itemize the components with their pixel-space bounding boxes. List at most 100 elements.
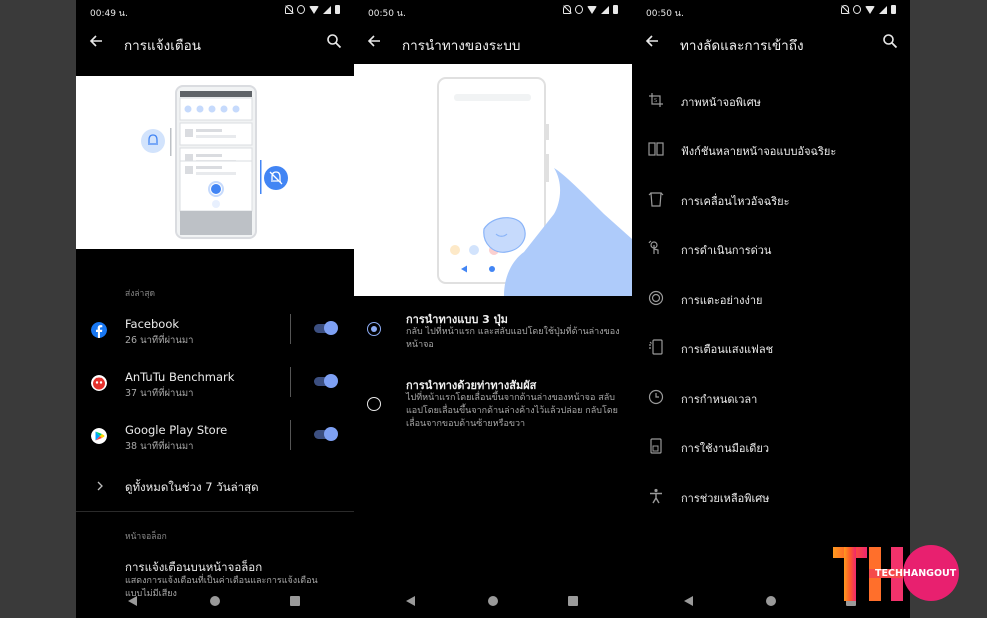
option-split-screen[interactable]: ฟังก์ชันหลายหน้าจอแบบอัจฉริยะ [632, 134, 910, 164]
page-title: การนำทางของระบบ [402, 38, 521, 54]
play-store-icon [91, 428, 107, 444]
nav-back-icon[interactable] [128, 596, 137, 606]
notification-illustration [76, 76, 354, 249]
option-label: การช่วยเหลือพิเศษ [681, 492, 770, 505]
battery-icon [891, 5, 896, 14]
nav-recents-icon[interactable] [290, 596, 300, 606]
app-row-facebook[interactable]: Facebook 26 นาทีที่ผ่านมา [76, 314, 354, 366]
option-smart-motion[interactable]: การเคลื่อนไหวอัจฉริยะ [632, 184, 910, 214]
chevron-right-icon [97, 481, 103, 491]
option-flash-alert[interactable]: การเตือนแสงแฟลช [632, 332, 910, 362]
signal-icon [323, 5, 331, 14]
hand-phone-illustration [437, 77, 632, 296]
app-bar: การแจ้งเตือน [76, 22, 354, 62]
signal-icon [879, 5, 887, 14]
nav-recents-icon[interactable] [568, 596, 578, 606]
option-label: การกำหนดเวลา [681, 393, 758, 406]
option-label: การเตือนแสงแฟลช [681, 343, 774, 356]
flash-alert-icon [649, 339, 663, 355]
wifi-icon [865, 5, 875, 14]
status-time: 00:49 น. [90, 9, 128, 19]
option-desc: กลับ ไปที่หน้าแรก และสลับแอปโดยใช้ปุ่มที… [406, 327, 620, 350]
radio-unselected[interactable] [367, 397, 381, 411]
status-time: 00:50 น. [646, 9, 684, 19]
option-one-hand[interactable]: การใช้งานมือเดียว [632, 431, 910, 461]
app-name: Google Play Store [125, 423, 228, 437]
option-label: การเคลื่อนไหวอัจฉริยะ [681, 195, 790, 208]
see-all-row[interactable]: ดูทั้งหมดในช่วง 7 วันล่าสุด [76, 478, 354, 508]
alarm-icon [575, 5, 583, 14]
option-accessibility[interactable]: การช่วยเหลือพิเศษ [632, 481, 910, 511]
back-arrow-icon[interactable] [366, 33, 382, 49]
facebook-icon [91, 322, 107, 338]
option-screenshot[interactable]: S ภาพหน้าจอพิเศษ [632, 85, 910, 115]
divider [290, 314, 291, 344]
quick-action-icon [648, 240, 659, 254]
divider [290, 420, 291, 450]
option-label: ฟังก์ชันหลายหน้าจอแบบอัจฉริยะ [681, 145, 837, 158]
app-name: AnTuTu Benchmark [125, 370, 235, 384]
techhangout-logo: TECHHANGOUT [833, 545, 959, 601]
shortcuts-accessibility-screen: 00:50 น. ทางลัดและการเข้าถึง S ภาพหน้าจอ… [632, 0, 910, 618]
app-bar: การนำทางของระบบ [354, 22, 632, 62]
mute-icon [285, 5, 293, 14]
nav-home-icon[interactable] [488, 596, 498, 606]
app-row-play-store[interactable]: Google Play Store 38 นาทีที่ผ่านมา [76, 420, 354, 472]
status-bar: 00:49 น. [76, 0, 354, 22]
wifi-icon [587, 5, 597, 14]
notifications-screen: 00:49 น. การแจ้งเตือน ส่งล่าสุด Facebook… [76, 0, 354, 618]
option-label: การใช้งานมือเดียว [681, 442, 770, 455]
navigation-illustration [354, 64, 632, 296]
status-bar: 00:50 น. [354, 0, 632, 22]
status-icons [841, 5, 896, 14]
svg-text:S: S [654, 98, 657, 104]
divider [76, 511, 354, 512]
back-arrow-icon[interactable] [88, 33, 104, 49]
search-icon[interactable] [882, 33, 898, 49]
play-store-toggle[interactable] [314, 427, 338, 441]
app-row-antutu[interactable]: AnTuTu Benchmark 37 นาทีที่ผ่านมา [76, 367, 354, 419]
phone-illustration [141, 85, 288, 239]
gesture-nav-option[interactable]: การนำทางด้วยท่าทางสัมผัส ไปที่หน้าแรกโดย… [354, 373, 632, 443]
schedule-icon [648, 389, 664, 405]
page-title: การแจ้งเตือน [124, 38, 201, 54]
option-label: ภาพหน้าจอพิเศษ [681, 96, 761, 109]
smart-motion-icon [648, 192, 664, 207]
antutu-toggle[interactable] [314, 374, 338, 388]
one-hand-icon [650, 438, 662, 454]
screenshot-icon: S [649, 93, 663, 107]
mute-icon [841, 5, 849, 14]
wifi-icon [309, 5, 319, 14]
easy-touch-icon [648, 290, 664, 306]
nav-back-icon[interactable] [684, 596, 693, 606]
section-lockscreen-label: หน้าจอล็อก [125, 532, 167, 542]
option-easy-touch[interactable]: การแตะอย่างง่าย [632, 283, 910, 313]
back-arrow-icon[interactable] [644, 33, 660, 49]
divider [290, 367, 291, 397]
mute-icon [563, 5, 571, 14]
status-icons [563, 5, 618, 14]
battery-icon [613, 5, 618, 14]
status-bar: 00:50 น. [632, 0, 910, 22]
page-title: ทางลัดและการเข้าถึง [680, 38, 804, 54]
nav-home-icon[interactable] [210, 596, 220, 606]
see-all-label: ดูทั้งหมดในช่วง 7 วันล่าสุด [125, 480, 259, 494]
nav-home-icon[interactable] [766, 596, 776, 606]
split-screen-icon [648, 142, 664, 156]
facebook-toggle[interactable] [314, 321, 338, 335]
search-icon[interactable] [326, 33, 342, 49]
nav-back-icon[interactable] [406, 596, 415, 606]
app-time: 38 นาทีที่ผ่านมา [125, 441, 194, 452]
option-quick-action[interactable]: การดำเนินการด่วน [632, 233, 910, 263]
app-bar: ทางลัดและการเข้าถึง [632, 22, 910, 62]
alarm-icon [297, 5, 305, 14]
radio-selected[interactable] [367, 322, 381, 336]
section-recent-label: ส่งล่าสุด [125, 289, 156, 299]
navigation-bar [76, 592, 354, 610]
three-button-nav-option[interactable]: การนำทางแบบ 3 ปุ่ม กลับ ไปที่หน้าแรก และ… [354, 306, 632, 366]
navigation-bar [354, 592, 632, 610]
system-navigation-screen: 00:50 น. การนำทางของระบบ การนำทางแบบ 3 ป… [354, 0, 632, 618]
option-schedule[interactable]: การกำหนดเวลา [632, 382, 910, 412]
battery-icon [335, 5, 340, 14]
option-label: การดำเนินการด่วน [681, 244, 772, 257]
